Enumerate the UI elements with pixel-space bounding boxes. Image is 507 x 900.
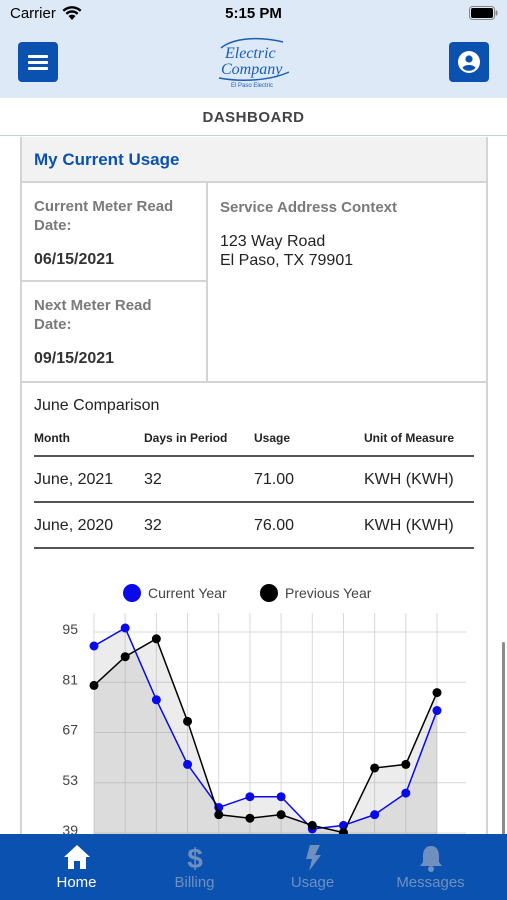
page-subheader: DASHBOARD (0, 98, 507, 136)
row-usage: 71.00 (254, 471, 295, 488)
y-tick-label: 53 (62, 772, 78, 788)
row-days: 32 (144, 471, 162, 488)
scrollbar[interactable] (502, 642, 505, 834)
row-usage: 76.00 (254, 517, 295, 534)
data-point (370, 763, 380, 773)
next-meter-label: Next Meter Read Date: (34, 296, 152, 334)
card-title: My Current Usage (34, 150, 180, 169)
svg-text:Company: Company (221, 61, 283, 78)
row-unit: KWH (KWH) (364, 517, 454, 534)
legend-marker (123, 584, 141, 602)
current-meter-date: 06/15/2021 (34, 251, 115, 268)
address-line-1: 123 Way Road (220, 233, 326, 250)
bell-icon (372, 844, 489, 872)
bolt-icon (254, 844, 371, 872)
next-meter-label-line1: Next Meter Read (34, 297, 152, 314)
current-meter-label-line1: Current Meter Read (34, 198, 174, 215)
data-point (120, 623, 130, 633)
column-header-unit: Unit of Measure (364, 431, 455, 445)
table-divider (34, 455, 474, 457)
y-tick-label: 39 (62, 822, 78, 834)
next-meter-date: 09/15/2021 (34, 350, 115, 367)
dashboard-scroll-area[interactable]: My Current Usage Current Meter Read Date… (0, 137, 507, 834)
data-point (214, 810, 224, 820)
row-month: June, 2021 (34, 471, 114, 488)
usage-line-chart: 95 81 67 53 39 Current Year Previous Year (62, 584, 466, 834)
y-tick-label: 81 (62, 671, 78, 687)
dollar-icon: $ (136, 844, 253, 872)
data-point (276, 810, 286, 820)
tab-usage-label: Usage (290, 874, 335, 891)
current-meter-label-line2: Date: (34, 217, 72, 234)
clock: 5:15 PM (225, 5, 282, 22)
data-point (401, 788, 411, 798)
service-address-label: Service Address Context (220, 199, 398, 216)
status-bar: Carrier 5:15 PM (0, 0, 507, 28)
svg-text:El Paso Electric: El Paso Electric (231, 83, 273, 89)
legend-label: Previous Year (285, 585, 372, 601)
table-divider (34, 547, 474, 549)
y-tick-label: 67 (62, 722, 78, 738)
data-point (307, 820, 317, 830)
current-meter-cell: Current Meter Read Date: 06/15/2021 (22, 183, 208, 282)
data-point (276, 792, 286, 802)
home-icon (18, 844, 135, 872)
current-meter-label: Current Meter Read Date: (34, 197, 173, 235)
row-unit: KWH (KWH) (364, 471, 454, 488)
app-header: Electric Company El Paso Electric (0, 28, 507, 98)
tab-billing-label: Billing (174, 874, 215, 891)
tab-home[interactable]: Home (18, 834, 135, 900)
svg-text:$: $ (187, 844, 203, 872)
column-header-month: Month (34, 431, 70, 445)
data-point (432, 688, 442, 698)
data-point (245, 813, 255, 823)
row-month: June, 2020 (34, 517, 114, 534)
data-point (89, 641, 99, 651)
tab-home-label: Home (56, 874, 97, 891)
data-point (183, 759, 193, 769)
address-line-2: El Paso, TX 79901 (220, 252, 354, 269)
data-point (183, 716, 193, 726)
june-comparison: June Comparison Month Days in Period Usa… (22, 381, 486, 581)
legend-marker (260, 584, 278, 602)
next-meter-label-line2: Date: (34, 316, 72, 333)
data-point (401, 759, 411, 769)
battery-icon (469, 6, 498, 20)
page-title: DASHBOARD (202, 109, 305, 126)
menu-button[interactable] (18, 42, 58, 82)
data-point (151, 634, 161, 644)
profile-button[interactable] (449, 42, 489, 82)
data-point (370, 810, 380, 820)
data-point (120, 652, 130, 662)
card-header: My Current Usage (22, 137, 486, 183)
row-days: 32 (144, 517, 162, 534)
user-icon (458, 51, 480, 73)
tab-billing[interactable]: $ Billing (136, 834, 253, 900)
hamburger-icon (28, 52, 48, 73)
comparison-title: June Comparison (34, 397, 160, 414)
bottom-tab-bar: Home $ Billing Usage Messages (0, 834, 507, 900)
tab-messages-label: Messages (396, 874, 465, 891)
y-tick-label: 95 (62, 621, 78, 637)
data-point (151, 695, 161, 705)
svg-text:Electric: Electric (224, 45, 276, 62)
legend-label: Current Year (148, 585, 227, 601)
data-point (245, 792, 255, 802)
company-logo: Electric Company El Paso Electric (218, 37, 290, 89)
data-point (432, 706, 442, 716)
table-divider (34, 501, 474, 503)
column-header-usage: Usage (254, 431, 291, 445)
current-usage-card: My Current Usage Current Meter Read Date… (20, 137, 488, 834)
tab-messages[interactable]: Messages (372, 834, 489, 900)
tab-usage[interactable]: Usage (254, 834, 371, 900)
data-point (89, 680, 99, 690)
next-meter-cell: Next Meter Read Date: 09/15/2021 (22, 282, 208, 381)
column-header-days: Days in Period (144, 431, 228, 445)
